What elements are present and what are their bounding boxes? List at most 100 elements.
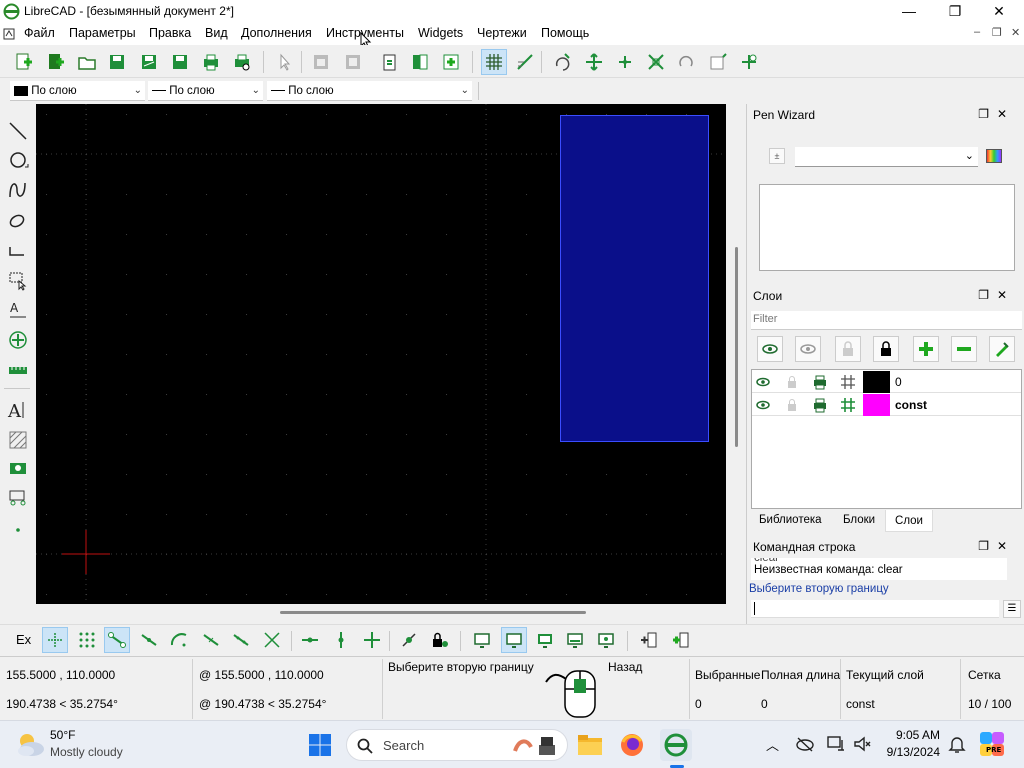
menu-drawings[interactable]: Чертежи xyxy=(477,26,527,40)
add-layer-icon[interactable] xyxy=(913,336,939,362)
print-icon[interactable] xyxy=(198,49,224,75)
copy-icon[interactable] xyxy=(340,49,366,75)
menu-edit[interactable]: Правка xyxy=(149,26,191,40)
polyline-tool-icon[interactable] xyxy=(5,237,31,263)
weather-cloudy-icon[interactable] xyxy=(14,729,46,759)
clock-date[interactable]: 9/13/2024 xyxy=(876,745,940,759)
layer-lock-icon[interactable] xyxy=(784,397,800,413)
chevron-up-icon[interactable]: ︿ xyxy=(766,735,779,754)
taskbar-search-box[interactable]: Search xyxy=(346,729,568,761)
lock-all-layers-icon[interactable] xyxy=(873,336,899,362)
pen-width-combo[interactable]: По слою ⌄ xyxy=(148,81,263,101)
view-layout-icon[interactable] xyxy=(562,627,588,653)
menu-help[interactable]: Помощь xyxy=(541,26,589,40)
pen-linetype-combo[interactable]: По слою ⌄ xyxy=(267,81,472,101)
horizontal-scroll-thumb[interactable] xyxy=(280,611,586,614)
modify-tool-icon[interactable] xyxy=(5,327,31,353)
open-file-icon[interactable] xyxy=(74,49,100,75)
add-sheet-icon[interactable] xyxy=(668,627,694,653)
relative-zero-icon[interactable] xyxy=(396,627,422,653)
weather-temperature[interactable]: 50°F xyxy=(50,728,75,742)
text-dimension-tool-icon[interactable]: A xyxy=(5,297,31,323)
mdi-minimize-button[interactable]: – xyxy=(974,26,980,38)
print-preview-icon[interactable] xyxy=(229,49,255,75)
point-tool-icon[interactable] xyxy=(5,517,31,543)
tab-blocks[interactable]: Блоки xyxy=(843,514,875,526)
zoom-previous-icon[interactable] xyxy=(674,49,700,75)
command-menu-icon[interactable]: ☰ xyxy=(1003,600,1021,618)
line-tool-icon[interactable] xyxy=(5,118,31,144)
show-all-layers-icon[interactable] xyxy=(757,336,783,362)
redraw-icon[interactable] xyxy=(550,49,576,75)
select-tool-icon[interactable] xyxy=(5,267,31,293)
tab-layers[interactable]: Слои xyxy=(885,510,933,532)
lock-relative-zero-icon[interactable] xyxy=(427,627,453,653)
snap-on-entity-icon[interactable] xyxy=(136,627,162,653)
layer-print-icon[interactable] xyxy=(812,374,828,390)
layer-color-swatch[interactable] xyxy=(863,394,890,416)
minimize-button[interactable]: — xyxy=(886,0,932,23)
measure-tool-icon[interactable] xyxy=(5,357,31,383)
layers-filter-input[interactable]: Filter xyxy=(751,311,1022,330)
hatch-tool-icon[interactable] xyxy=(5,427,31,453)
layer-row[interactable]: 0 xyxy=(752,371,1021,393)
view-normal-icon[interactable] xyxy=(501,627,527,653)
exclusive-snap-button[interactable]: Ex xyxy=(16,632,31,647)
grid-toggle-icon[interactable] xyxy=(481,49,507,75)
snap-middle-icon[interactable] xyxy=(198,627,224,653)
dock-float-close-icons[interactable]: ❐✕ xyxy=(978,539,1015,553)
pen-wizard-spin-button[interactable]: ± xyxy=(769,148,785,164)
save-as-icon[interactable] xyxy=(136,49,162,75)
pen-wizard-combo[interactable]: ⌄ xyxy=(795,147,978,167)
edit-layer-icon[interactable] xyxy=(989,336,1015,362)
pen-wizard-list[interactable] xyxy=(759,184,1015,271)
circle-tool-icon[interactable] xyxy=(5,147,31,173)
mtext-tool-icon[interactable]: A xyxy=(5,397,31,423)
block-insert-tool-icon[interactable] xyxy=(5,485,31,511)
zoom-pan-icon[interactable] xyxy=(736,49,762,75)
librecad-taskbar-icon[interactable] xyxy=(660,729,692,761)
volume-muted-icon[interactable] xyxy=(852,734,872,754)
horizontal-scrollbar[interactable] xyxy=(36,604,726,622)
layer-construction-icon[interactable] xyxy=(840,374,856,390)
zoom-out-icon[interactable] xyxy=(612,49,638,75)
layers-list[interactable]: 0 const xyxy=(751,369,1022,509)
clock-time[interactable]: 9:05 AM xyxy=(880,728,940,742)
windows-start-icon[interactable] xyxy=(304,729,336,761)
snap-free-icon[interactable] xyxy=(42,627,68,653)
add-layout-icon[interactable] xyxy=(636,627,662,653)
new-from-template-icon[interactable] xyxy=(42,49,68,75)
layer-lock-icon[interactable] xyxy=(784,374,800,390)
layer-visible-icon[interactable] xyxy=(755,397,771,413)
zoom-auto-icon[interactable] xyxy=(643,49,669,75)
command-input[interactable] xyxy=(751,600,999,618)
close-button[interactable]: ✕ xyxy=(976,0,1022,23)
maximize-button[interactable]: ❐ xyxy=(932,0,978,23)
hide-all-layers-icon[interactable] xyxy=(795,336,821,362)
copilot-pre-icon[interactable]: PRE xyxy=(978,730,1006,758)
dock-float-close-icons[interactable]: ❐✕ xyxy=(978,107,1015,121)
save-icon[interactable] xyxy=(104,49,130,75)
draft-mode-icon[interactable] xyxy=(512,49,538,75)
snap-intersection-icon[interactable] xyxy=(259,627,285,653)
layer-construction-icon[interactable] xyxy=(840,397,856,413)
view-grid-icon[interactable] xyxy=(593,627,619,653)
zoom-in-icon[interactable] xyxy=(581,49,607,75)
snap-distance-icon[interactable] xyxy=(228,627,254,653)
new-file-icon[interactable] xyxy=(10,49,36,75)
snap-grid-icon[interactable] xyxy=(74,627,100,653)
layer-color-swatch[interactable] xyxy=(863,371,890,393)
mdi-close-button[interactable]: ✕ xyxy=(1011,26,1020,39)
menu-plugins[interactable]: Дополнения xyxy=(241,26,312,40)
save-all-icon[interactable] xyxy=(167,49,193,75)
snap-center-icon[interactable] xyxy=(166,627,192,653)
cut-icon[interactable] xyxy=(308,49,334,75)
file-explorer-icon[interactable] xyxy=(574,729,606,761)
view-print-preview-icon[interactable] xyxy=(532,627,558,653)
color-picker-icon[interactable] xyxy=(986,149,1002,163)
dock-float-close-icons[interactable]: ❐✕ xyxy=(978,288,1015,302)
mdi-restore-button[interactable]: ❐ xyxy=(992,26,1002,39)
vertical-scrollbar[interactable] xyxy=(728,104,746,604)
cloud-sync-icon[interactable] xyxy=(795,735,815,753)
drawing-canvas[interactable] xyxy=(36,104,726,604)
